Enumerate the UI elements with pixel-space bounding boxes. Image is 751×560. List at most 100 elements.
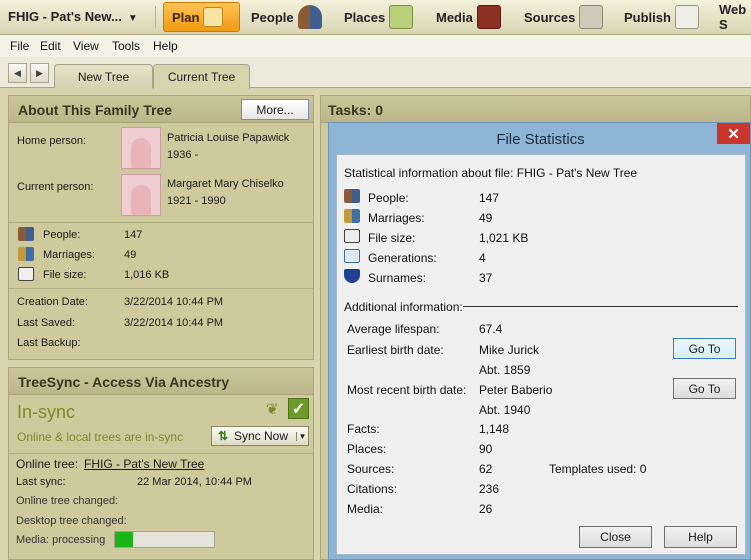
file-name: FHIG - Pat's New...: [8, 9, 122, 24]
media-progress-bar: [114, 531, 215, 548]
marriages-icon: [344, 209, 360, 223]
marriages-stat-value: 49: [124, 249, 137, 261]
places-label: Places:: [347, 442, 387, 456]
file-size-value: 1,021 KB: [479, 231, 529, 245]
home-person-label: Home person:: [17, 135, 87, 147]
progress-fill: [115, 532, 133, 547]
current-person-avatar[interactable]: [121, 174, 161, 216]
sync-now-label: Sync Now: [234, 429, 289, 443]
menu-view[interactable]: View: [73, 39, 99, 53]
places-button[interactable]: Places: [344, 2, 414, 32]
desktop-changed-label: Desktop tree changed:: [16, 515, 127, 527]
plan-label: Plan: [172, 9, 200, 25]
leaf-icon: ❦: [266, 401, 279, 418]
chevron-down-icon[interactable]: ▼: [296, 431, 308, 441]
people-icon: [297, 5, 322, 29]
publish-label: Publish: [624, 9, 671, 25]
last-sync-label: Last sync:: [16, 476, 66, 488]
home-person-name[interactable]: Patricia Louise Papawick: [167, 132, 289, 144]
toolbar-divider: [155, 6, 156, 28]
creation-date-label: Creation Date:: [17, 296, 88, 308]
sync-now-button[interactable]: ⇅ Sync Now ▼: [211, 426, 309, 446]
generations-label: Generations:: [368, 251, 437, 265]
help-button[interactable]: Help: [664, 526, 737, 548]
file-size-label: File size:: [368, 231, 416, 245]
media-label: Media:: [347, 502, 384, 516]
menu-tools[interactable]: Tools: [112, 39, 140, 53]
dialog-body: Statistical information about file: FHIG…: [336, 154, 746, 555]
arrow-left-icon: ◀: [14, 67, 21, 78]
treesync-title: TreeSync - Access Via Ancestry: [9, 368, 313, 395]
sync-status-detail: Online & local trees are in-sync: [17, 430, 184, 444]
treesync-panel: TreeSync - Access Via Ancestry In-sync ❦…: [8, 367, 314, 560]
generations-value: 4: [479, 251, 486, 265]
checkmark-icon: ✓: [288, 398, 309, 419]
sync-arrows-icon: ⇅: [217, 429, 229, 443]
media-icon: [476, 5, 501, 29]
map-icon: [389, 5, 414, 29]
publish-button[interactable]: Publish: [624, 2, 699, 32]
about-tree-panel: About This Family Tree More... Home pers…: [8, 95, 314, 360]
people-stat-value: 147: [124, 229, 143, 241]
divider: [9, 222, 313, 223]
sources-value: 62: [479, 462, 493, 476]
web-search-button[interactable]: Web S: [719, 2, 751, 32]
marriages-label: Marriages:: [368, 211, 425, 225]
file-name-dropdown[interactable]: FHIG - Pat's New... ▼: [8, 9, 138, 24]
file-size-stat-value: 1,016 KB: [124, 269, 170, 281]
dialog-title: File Statistics: [496, 131, 585, 148]
divider: [9, 288, 313, 289]
sources-icon: [579, 5, 604, 29]
tab-current-tree[interactable]: Current Tree: [153, 64, 250, 89]
earliest-birth-date: Abt. 1859: [479, 363, 531, 377]
current-person-years: 1921 - 1990: [167, 195, 226, 207]
media-button[interactable]: Media: [436, 2, 501, 32]
citations-value: 236: [479, 482, 500, 496]
places-label: Places: [344, 9, 386, 25]
marriages-stat-label: Marriages:: [43, 249, 95, 261]
publish-icon: [674, 5, 699, 29]
facts-label: Facts:: [347, 422, 380, 436]
tab-label: New Tree: [77, 69, 130, 84]
surnames-label: Surnames:: [368, 271, 427, 285]
goto-recent-button[interactable]: Go To: [673, 378, 736, 399]
last-saved-value: 3/22/2014 10:44 PM: [124, 317, 224, 329]
forward-button[interactable]: ▶: [30, 63, 49, 83]
close-icon[interactable]: ✕: [717, 123, 750, 144]
average-lifespan-label: Average lifespan:: [347, 322, 440, 336]
menu-edit[interactable]: Edit: [40, 39, 61, 53]
close-button[interactable]: Close: [579, 526, 652, 548]
surnames-shield-icon: [344, 269, 360, 283]
sources-label: Sources:: [347, 462, 395, 476]
tab-label: Current Tree: [167, 70, 236, 84]
people-button[interactable]: People: [251, 2, 322, 32]
people-icon: [344, 189, 360, 203]
average-lifespan-value: 67.4: [479, 322, 503, 336]
tab-new-tree[interactable]: New Tree: [54, 64, 153, 88]
marriages-value: 49: [479, 211, 493, 225]
last-backup-label: Last Backup:: [17, 337, 81, 349]
marriages-icon: [18, 247, 34, 261]
last-saved-label: Last Saved:: [17, 317, 76, 329]
recent-birth-label: Most recent birth date:: [347, 383, 467, 397]
sources-button[interactable]: Sources: [524, 2, 604, 32]
plan-button[interactable]: Plan: [163, 2, 240, 32]
online-tree-link[interactable]: FHIG - Pat's New Tree: [84, 457, 204, 471]
current-person-name[interactable]: Margaret Mary Chiselko: [167, 178, 284, 190]
recent-birth-date: Abt. 1940: [479, 403, 531, 417]
menu-file[interactable]: File: [10, 39, 29, 53]
sync-status: In-sync: [17, 402, 76, 422]
media-value: 26: [479, 502, 493, 516]
people-label: People: [251, 9, 294, 25]
menu-bar: File Edit View Tools Help: [0, 35, 751, 57]
back-button[interactable]: ◀: [8, 63, 27, 83]
menu-help[interactable]: Help: [153, 39, 178, 53]
file-size-stat-label: File size:: [43, 269, 87, 281]
recent-birth-name: Peter Baberio: [479, 383, 553, 397]
more-button[interactable]: More...: [241, 99, 309, 120]
goto-earliest-button[interactable]: Go To: [673, 338, 736, 359]
people-value: 147: [479, 191, 500, 205]
home-person-avatar[interactable]: [121, 127, 161, 169]
file-size-icon: [18, 267, 34, 281]
additional-info-heading: Additional information:: [344, 300, 463, 314]
